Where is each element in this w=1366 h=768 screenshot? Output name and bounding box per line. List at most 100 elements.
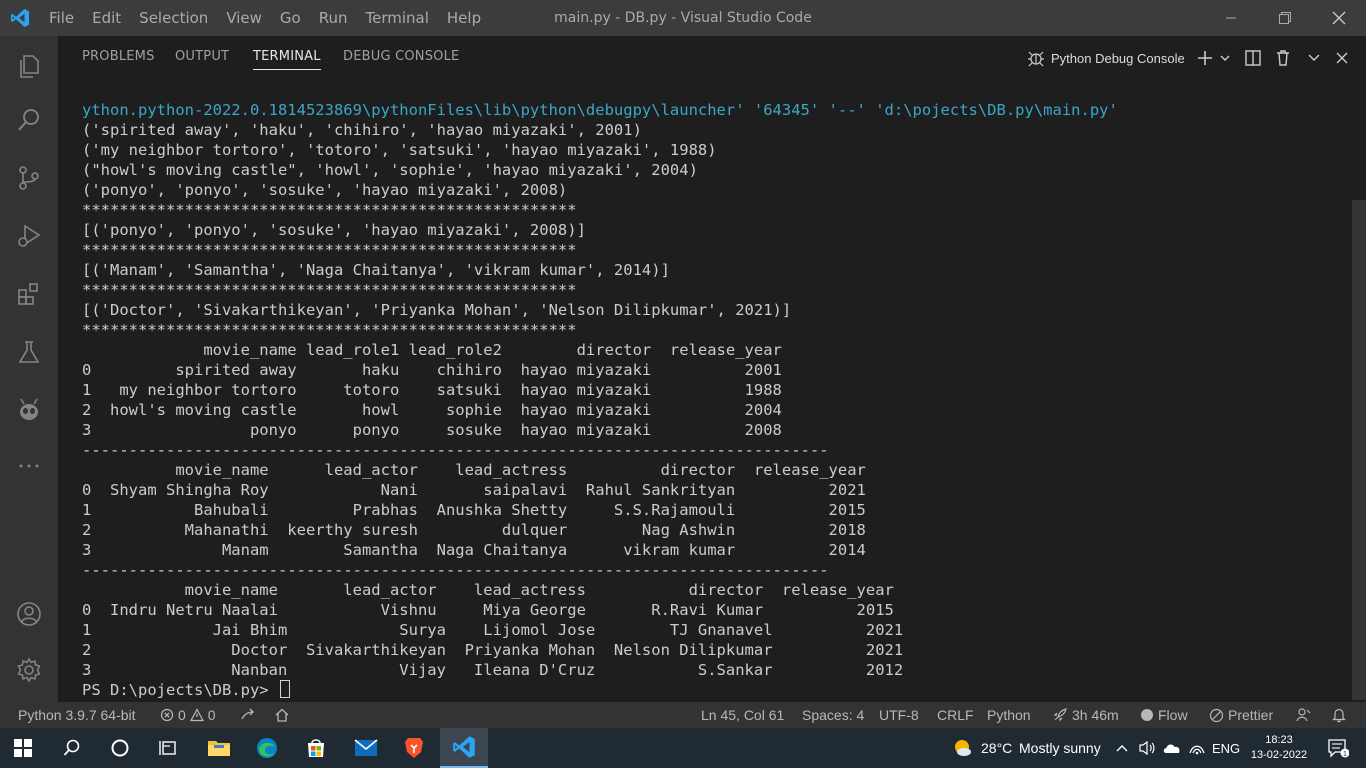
cortana-icon[interactable] [96,728,144,768]
menu-help[interactable]: Help [438,9,490,27]
feedback-person-icon[interactable] [1295,702,1311,728]
system-clock[interactable]: 18:23 13-02-2022 [1244,728,1314,768]
clock-time: 18:23 [1265,734,1293,746]
mail-icon[interactable] [342,728,390,768]
menu-selection[interactable]: Selection [130,9,217,27]
debug-console-icon[interactable] [1026,46,1046,70]
encoding[interactable]: UTF-8 [879,702,919,728]
accounts-icon[interactable] [0,590,58,638]
split-terminal-icon[interactable] [1244,46,1262,70]
time-tracked: 3h 46m [1072,707,1119,723]
menu-file[interactable]: File [40,9,83,27]
trash-icon[interactable] [1274,46,1292,70]
warning-icon [189,708,204,722]
source-control-icon[interactable] [0,154,58,202]
terminal-line: 0 spirited away haku chihiro hayao miyaz… [82,361,782,379]
search-icon[interactable] [0,96,58,144]
file-explorer-icon[interactable] [196,728,242,768]
alien-extension-icon[interactable] [0,386,58,434]
terminal-line: 2 Doctor Sivakarthikeyan Priyanka Mohan … [82,641,904,659]
terminal-line: ****************************************… [82,321,577,339]
microsoft-store-icon[interactable] [292,728,340,768]
menu-view[interactable]: View [217,9,271,27]
tab-problems[interactable]: PROBLEMS [82,49,155,64]
terminal-line: ----------------------------------------… [82,561,829,579]
notifications-bell-icon[interactable] [1331,702,1347,728]
terminal-cursor [279,680,290,698]
terminal-line: ('spirited away', 'haku', 'chihiro', 'ha… [82,121,642,139]
warning-count: 0 [207,707,216,723]
terminal-line: [('Doctor', 'Sivakarthikeyan', 'Priyanka… [82,301,792,319]
language-mode[interactable]: Python [987,702,1031,728]
weather-desc[interactable]: Mostly sunny [1019,728,1101,768]
terminal-select-label[interactable]: Python Debug Console [1051,46,1185,70]
task-view-icon[interactable] [144,728,192,768]
input-language[interactable]: ENG [1212,728,1240,768]
tab-debug-console[interactable]: DEBUG CONSOLE [343,49,459,64]
onedrive-cloud-icon[interactable] [1160,728,1184,768]
time-tracker[interactable]: 3h 46m [1052,702,1119,728]
flow-status[interactable]: Flow [1140,702,1188,728]
menu-terminal[interactable]: Terminal [357,9,438,27]
vscode-taskbar-icon[interactable] [440,728,488,768]
run-debug-icon[interactable] [0,212,58,260]
brave-browser-icon[interactable] [390,728,438,768]
terminal-line: movie_name lead_actor lead_actress direc… [82,461,866,479]
terminal-output[interactable]: ython.python-2022.0.1814523869\pythonFil… [82,100,1332,700]
restore-button[interactable] [1258,0,1312,36]
terminal-line: 2 howl's moving castle howl sophie hayao… [82,401,782,419]
indentation[interactable]: Spaces: 4 [802,702,864,728]
error-icon [160,708,174,722]
clock-block: 18:23 13-02-2022 [1251,733,1307,763]
end-of-line[interactable]: CRLF [937,702,974,728]
clock-date: 13-02-2022 [1250,749,1308,761]
maximize-panel-chevron-icon[interactable] [1306,46,1322,70]
terminal-scrollbar[interactable] [1352,200,1366,700]
close-window-button[interactable] [1312,0,1366,36]
close-panel-icon[interactable] [1334,46,1350,70]
home-icon[interactable] [274,702,290,728]
notification-count: 1 [1343,751,1347,758]
menu-go[interactable]: Go [271,9,310,27]
terminal-line: ('my neighbor tortoro', 'totoro', 'satsu… [82,141,717,159]
python-interpreter[interactable]: Python 3.9.7 64-bit [18,702,136,728]
terminal-line: ('ponyo', 'ponyo', 'sosuke', 'hayao miya… [82,181,568,199]
activity-bar [0,36,58,702]
weather-sun-icon[interactable] [950,728,974,768]
terminal-line: 0 Indru Netru Naalai Vishnu Miya George … [82,601,894,619]
explorer-icon[interactable] [0,42,58,90]
menu-edit[interactable]: Edit [83,9,130,27]
terminal-line: [('ponyo', 'ponyo', 'sosuke', 'hayao miy… [82,221,586,239]
live-share-icon[interactable] [240,702,256,728]
terminal-line: ****************************************… [82,241,577,259]
terminal-line: movie_name lead_actor lead_actress direc… [82,581,894,599]
minimize-button[interactable] [1204,0,1258,36]
terminal-prompt-line[interactable]: PS D:\pojects\DB.py> [82,680,1332,700]
problems-status[interactable]: 0 0 [160,702,216,728]
volume-icon[interactable] [1136,728,1158,768]
terminal-line: 1 Bahubali Prabhas Anushka Shetty S.S.Ra… [82,501,866,519]
cursor-position[interactable]: Ln 45, Col 61 [701,702,784,728]
terminal-dropdown-chevron-icon[interactable] [1218,46,1232,70]
action-center-icon[interactable]: 1 [1318,728,1358,768]
extensions-icon[interactable] [0,270,58,318]
wifi-icon[interactable] [1186,728,1208,768]
edge-browser-icon[interactable] [244,728,290,768]
status-bar: Python 3.9.7 64-bit 0 0 Ln 45, Col 61 Sp… [0,702,1366,728]
testing-flask-icon[interactable] [0,328,58,376]
terminal-line: ****************************************… [82,281,577,299]
settings-gear-icon[interactable] [0,646,58,694]
vscode-logo-icon[interactable] [0,0,40,36]
tab-output[interactable]: OUTPUT [175,49,229,64]
menu-run[interactable]: Run [310,9,357,27]
more-actions-icon[interactable] [0,442,58,490]
terminal-prompt: PS D:\pojects\DB.py> [82,681,278,699]
tab-terminal[interactable]: TERMINAL [253,49,321,70]
prettier-status[interactable]: Prettier [1209,702,1273,728]
show-hidden-icons-chevron-icon[interactable] [1112,728,1132,768]
windows-start-icon[interactable] [0,728,46,768]
new-terminal-plus-icon[interactable] [1196,46,1214,70]
weather-temp[interactable]: 28°C [981,728,1012,768]
terminal-line: 2 Mahanathi keerthy suresh dulquer Nag A… [82,521,866,539]
taskbar-search-icon[interactable] [48,728,96,768]
